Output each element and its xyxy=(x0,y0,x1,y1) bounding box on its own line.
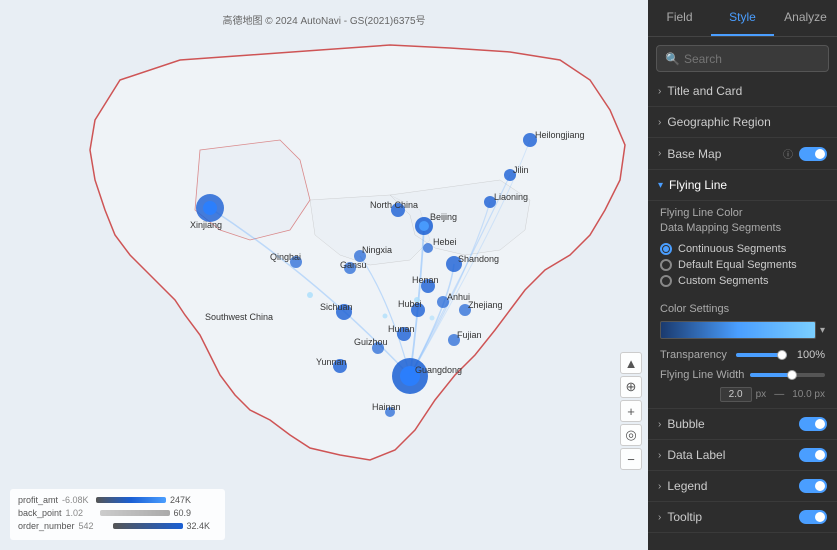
radio-default-equal-icon xyxy=(660,259,672,271)
map-controls: ▲ ⊕ + ◎ − xyxy=(620,352,642,470)
svg-text:Southwest China: Southwest China xyxy=(205,312,273,322)
section-bubble[interactable]: › Bubble xyxy=(648,409,837,440)
radio-continuous-icon xyxy=(660,243,672,255)
base-map-toggle[interactable] xyxy=(799,147,827,161)
svg-text:Guangdong: Guangdong xyxy=(415,365,462,375)
color-bar[interactable] xyxy=(660,321,816,339)
chevron-right-icon: › xyxy=(658,148,661,159)
map-triangle-btn[interactable]: ▲ xyxy=(620,352,642,374)
tab-analyze[interactable]: Analyze xyxy=(774,0,837,36)
map-zoom-out-btn[interactable]: − xyxy=(620,448,642,470)
chevron-right-icon: › xyxy=(658,419,661,430)
svg-text:Hainan: Hainan xyxy=(372,402,401,412)
radio-default-equal[interactable]: Default Equal Segments xyxy=(660,259,825,271)
section-base-map[interactable]: › Base Map ⓘ xyxy=(648,138,837,170)
svg-text:Hebei: Hebei xyxy=(433,237,457,247)
section-title-card[interactable]: › Title and Card xyxy=(648,76,837,107)
flying-line-width-row: Flying Line Width xyxy=(648,365,837,385)
svg-text:Shandong: Shandong xyxy=(458,254,499,264)
bubble-toggle[interactable] xyxy=(799,417,827,431)
width-min-input[interactable] xyxy=(720,387,752,402)
color-bar-row: ▾ xyxy=(648,319,837,345)
map-watermark: 高德地图 © 2024 AutoNavi - GS(2021)6375号 xyxy=(222,12,425,27)
svg-text:Yunnan: Yunnan xyxy=(316,357,347,367)
color-bar-dropdown-icon[interactable]: ▾ xyxy=(820,325,825,336)
map-container[interactable]: Heilongjiang Jilin Liaoning North China … xyxy=(0,0,648,550)
svg-text:Zhejiang: Zhejiang xyxy=(468,300,503,310)
svg-text:Anhui: Anhui xyxy=(447,292,470,302)
map-legend: profit_amt -6.08K 247K back_point 1.02 6… xyxy=(10,489,225,540)
svg-text:Ningxia: Ningxia xyxy=(362,245,392,255)
chevron-right-icon: › xyxy=(658,512,661,523)
radio-custom[interactable]: Custom Segments xyxy=(660,275,825,287)
svg-text:Guizhou: Guizhou xyxy=(354,337,388,347)
search-bar[interactable]: 🔍 ⋯ xyxy=(656,45,829,72)
color-settings-label: Color Settings xyxy=(648,299,837,319)
flying-line-section: ▾ Flying Line Flying Line Color Data Map… xyxy=(648,170,837,408)
section-geographic-region[interactable]: › Geographic Region xyxy=(648,107,837,138)
flying-line-content: Flying Line Color Data Mapping Segments … xyxy=(648,201,837,299)
svg-text:Jilin: Jilin xyxy=(513,165,529,175)
chevron-right-icon: › xyxy=(658,117,661,128)
svg-text:Heilongjiang: Heilongjiang xyxy=(535,130,585,140)
data-mapping-label: Data Mapping Segments xyxy=(660,222,825,234)
info-icon: ⓘ xyxy=(783,146,793,161)
chevron-down-icon: ▾ xyxy=(658,180,663,191)
section-tooltip[interactable]: › Tooltip xyxy=(648,502,837,533)
search-input[interactable] xyxy=(684,52,837,66)
svg-text:Fujian: Fujian xyxy=(457,330,482,340)
flying-line-color-label: Flying Line Color xyxy=(660,207,825,219)
map-zoom-in-btn[interactable]: + xyxy=(620,400,642,422)
tooltip-toggle[interactable] xyxy=(799,510,827,524)
radio-continuous[interactable]: Continuous Segments xyxy=(660,243,825,255)
section-legend[interactable]: › Legend xyxy=(648,471,837,502)
segment-radio-group: Continuous Segments Default Equal Segmen… xyxy=(660,239,825,293)
tab-style[interactable]: Style xyxy=(711,0,774,36)
chevron-right-icon: › xyxy=(658,86,661,97)
tab-field[interactable]: Field xyxy=(648,0,711,36)
svg-text:Hubei: Hubei xyxy=(398,299,422,309)
right-panel: Field Style Analyze 🔍 ⋯ › Title and Card… xyxy=(648,0,837,550)
flying-line-width-slider[interactable] xyxy=(750,373,825,377)
svg-text:Liaoning: Liaoning xyxy=(494,192,528,202)
svg-text:Qinghai: Qinghai xyxy=(270,252,301,262)
transparency-row: Transparency 100% xyxy=(648,345,837,365)
svg-text:Gansu: Gansu xyxy=(340,260,367,270)
search-icon: 🔍 xyxy=(665,52,680,66)
map-locate-btn[interactable]: ◎ xyxy=(620,424,642,446)
flying-line-header[interactable]: ▾ Flying Line xyxy=(648,170,837,201)
panel-tabs: Field Style Analyze xyxy=(648,0,837,37)
data-label-toggle[interactable] xyxy=(799,448,827,462)
svg-text:Xinjiang: Xinjiang xyxy=(190,220,222,230)
svg-text:Hunan: Hunan xyxy=(388,324,415,334)
svg-text:North China: North China xyxy=(370,200,418,210)
radio-custom-icon xyxy=(660,275,672,287)
svg-text:Beijing: Beijing xyxy=(430,212,457,222)
chevron-right-icon: › xyxy=(658,481,661,492)
transparency-slider[interactable] xyxy=(736,353,787,357)
svg-text:Sichuan: Sichuan xyxy=(320,302,353,312)
legend-toggle[interactable] xyxy=(799,479,827,493)
width-values-row: px — 10.0 px xyxy=(648,385,837,408)
map-crosshair-btn[interactable]: ⊕ xyxy=(620,376,642,398)
section-data-label[interactable]: › Data Label xyxy=(648,440,837,471)
svg-text:Henan: Henan xyxy=(412,275,439,285)
chevron-right-icon: › xyxy=(658,450,661,461)
